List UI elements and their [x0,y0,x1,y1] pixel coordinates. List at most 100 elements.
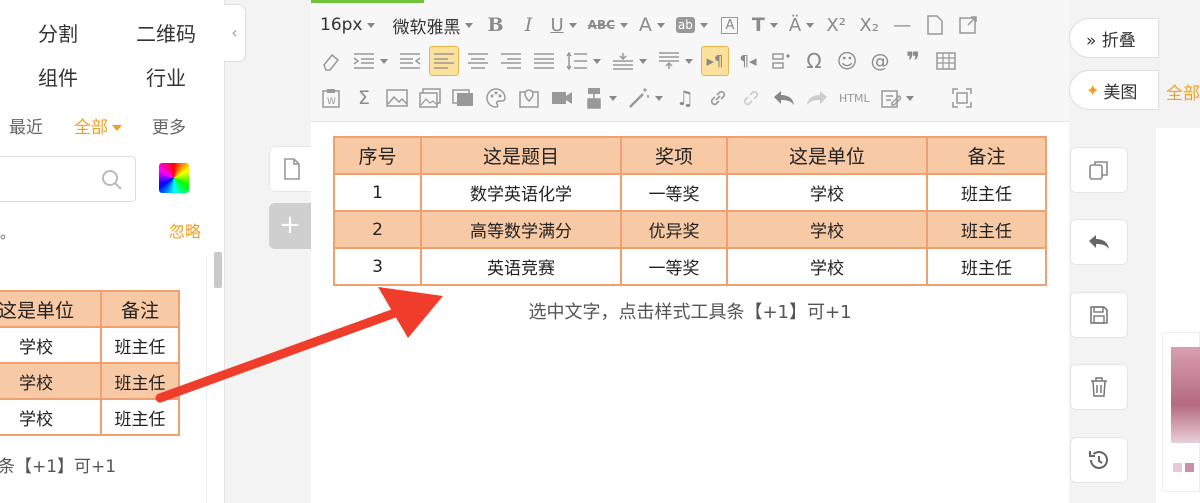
multi-image-icon[interactable] [416,83,444,113]
category-split[interactable]: 分割 [38,18,78,47]
save-button[interactable] [1070,292,1128,338]
tab-recent[interactable]: 最近 [9,113,43,138]
rtl-direction-icon[interactable]: ¶◂ [734,46,762,76]
chevron-down-icon [619,22,628,28]
font-family-select[interactable]: 微软雅黑 [389,10,476,40]
fullscreen-icon[interactable] [948,83,976,113]
table-icon[interactable] [932,46,960,76]
tab-all[interactable]: 全部 [74,113,122,138]
paragraph-before-icon[interactable] [609,46,650,76]
underline-icon[interactable]: U [547,10,579,40]
eraser-icon[interactable] [317,46,345,76]
tab-more[interactable]: 更多 [152,113,186,138]
scrollbar[interactable] [214,252,222,288]
font-size-select[interactable]: 16px [317,10,378,40]
omega-icon[interactable]: Ω [800,46,828,76]
category-qrcode[interactable]: 二维码 [136,18,196,47]
right-all-link[interactable]: 全部 [1166,79,1200,104]
chevron-down-icon [806,22,815,28]
align-right-icon[interactable] [497,46,525,76]
table-cell: 2 [333,210,422,249]
background-icon[interactable] [449,83,477,113]
undo-button[interactable] [1070,219,1128,265]
superscript-icon[interactable]: X² [822,10,850,40]
map-icon[interactable] [515,83,543,113]
table-cell: 一等奖 [620,173,728,212]
fold-button[interactable]: » 折叠 [1069,18,1159,58]
palette-icon[interactable] [482,83,510,113]
table-cell: 班主任 [100,362,180,400]
chevron-down-icon [568,22,577,28]
edit-template-icon[interactable] [878,83,917,113]
export-icon[interactable] [954,10,982,40]
search-icon[interactable] [101,169,123,191]
bold-icon[interactable]: B [481,10,509,40]
format-brush-icon[interactable] [581,83,620,113]
table-header-cell: 备注 [926,136,1047,175]
music-icon[interactable]: ♫ [671,83,699,113]
template-thumbnail[interactable] [1162,332,1200,492]
page-button[interactable] [269,146,311,192]
table-insert-icon[interactable] [767,46,795,76]
subscript-icon[interactable]: X₂ [855,10,883,40]
chevron-down-icon [685,58,693,64]
page-icon[interactable] [921,10,949,40]
redo-icon[interactable] [803,83,831,113]
horizontal-rule-icon[interactable]: — [888,10,916,40]
highlight-icon[interactable]: ab [673,10,711,40]
undo-icon[interactable] [770,83,798,113]
add-page-button[interactable]: + [269,203,311,249]
ltr-direction-icon[interactable]: ▸¶ [701,46,729,76]
image-icon[interactable] [383,83,411,113]
paste-word-icon[interactable]: W [317,83,345,113]
paragraph-after-icon[interactable] [655,46,696,76]
line-height-icon[interactable] [563,46,604,76]
category-component[interactable]: 组件 [38,62,78,91]
table-row: 1 数学英语化学 一等奖 学校 班主任 [333,173,1047,212]
text-shadow-icon[interactable]: T [749,10,781,40]
delete-button[interactable] [1070,364,1128,410]
emoji-icon[interactable]: ☺ [833,46,861,76]
editor-toolbar: 16px 微软雅黑 B I U ABC A ab A T Ä X² X₂ — ▸… [311,0,1069,122]
magic-wand-icon[interactable] [625,83,666,113]
letter-spacing-icon[interactable]: Ä [786,10,817,40]
chevron-down-icon [656,22,665,28]
ignore-link[interactable]: 忽略 [169,218,201,242]
text-border-icon[interactable]: A [716,10,744,40]
trash-icon [1091,377,1107,397]
font-color-icon[interactable]: A [636,10,668,40]
content-table[interactable]: 序号 这是题目 奖项 这是单位 备注 1 数学英语化学 一等奖 学校 班主任 2… [333,136,1047,286]
link-icon[interactable] [704,83,732,113]
quote-icon[interactable]: ❞ [899,46,927,76]
meitu-label: 美图 [1103,82,1138,103]
color-picker-icon[interactable] [159,163,189,193]
at-icon[interactable]: @ [866,46,894,76]
video-icon[interactable] [548,83,576,113]
history-icon [1089,451,1108,469]
strikethrough-icon[interactable]: ABC [585,10,631,40]
align-justify-icon[interactable] [530,46,558,76]
table-row: 序号 这是题目 奖项 这是单位 备注 [333,136,1047,175]
table-header-cell: 序号 [333,136,422,175]
html-source-icon[interactable]: HTML [836,83,873,113]
mini-caption: 条【+1】可+1 [0,457,117,477]
align-left-icon[interactable] [429,46,459,76]
indent-icon[interactable] [350,46,391,76]
chevron-down-icon [769,22,778,28]
formula-icon[interactable]: Σ [350,83,378,113]
table-cell: 高等数学满分 [420,210,622,249]
loading-bar [311,0,424,3]
align-center-icon[interactable] [464,46,492,76]
collapse-left-button[interactable]: ‹ [224,4,246,62]
italic-icon[interactable]: I [514,10,542,40]
history-button[interactable] [1070,437,1128,483]
unlink-icon[interactable] [737,83,765,113]
category-industry[interactable]: 行业 [146,62,186,91]
table-cell: 1 [333,173,422,212]
search-input[interactable] [0,156,136,202]
outdent-icon[interactable] [396,46,424,76]
table-row: 3 英语竞赛 一等奖 学校 班主任 [333,247,1047,286]
copy-button[interactable] [1070,147,1128,193]
meitu-button[interactable]: ✦ 美图 [1069,70,1159,110]
app-root: 分割 二维码 组件 行业 最近 全部 更多 。 忽略 这是单位 备注 学校 班主… [0,0,1200,503]
